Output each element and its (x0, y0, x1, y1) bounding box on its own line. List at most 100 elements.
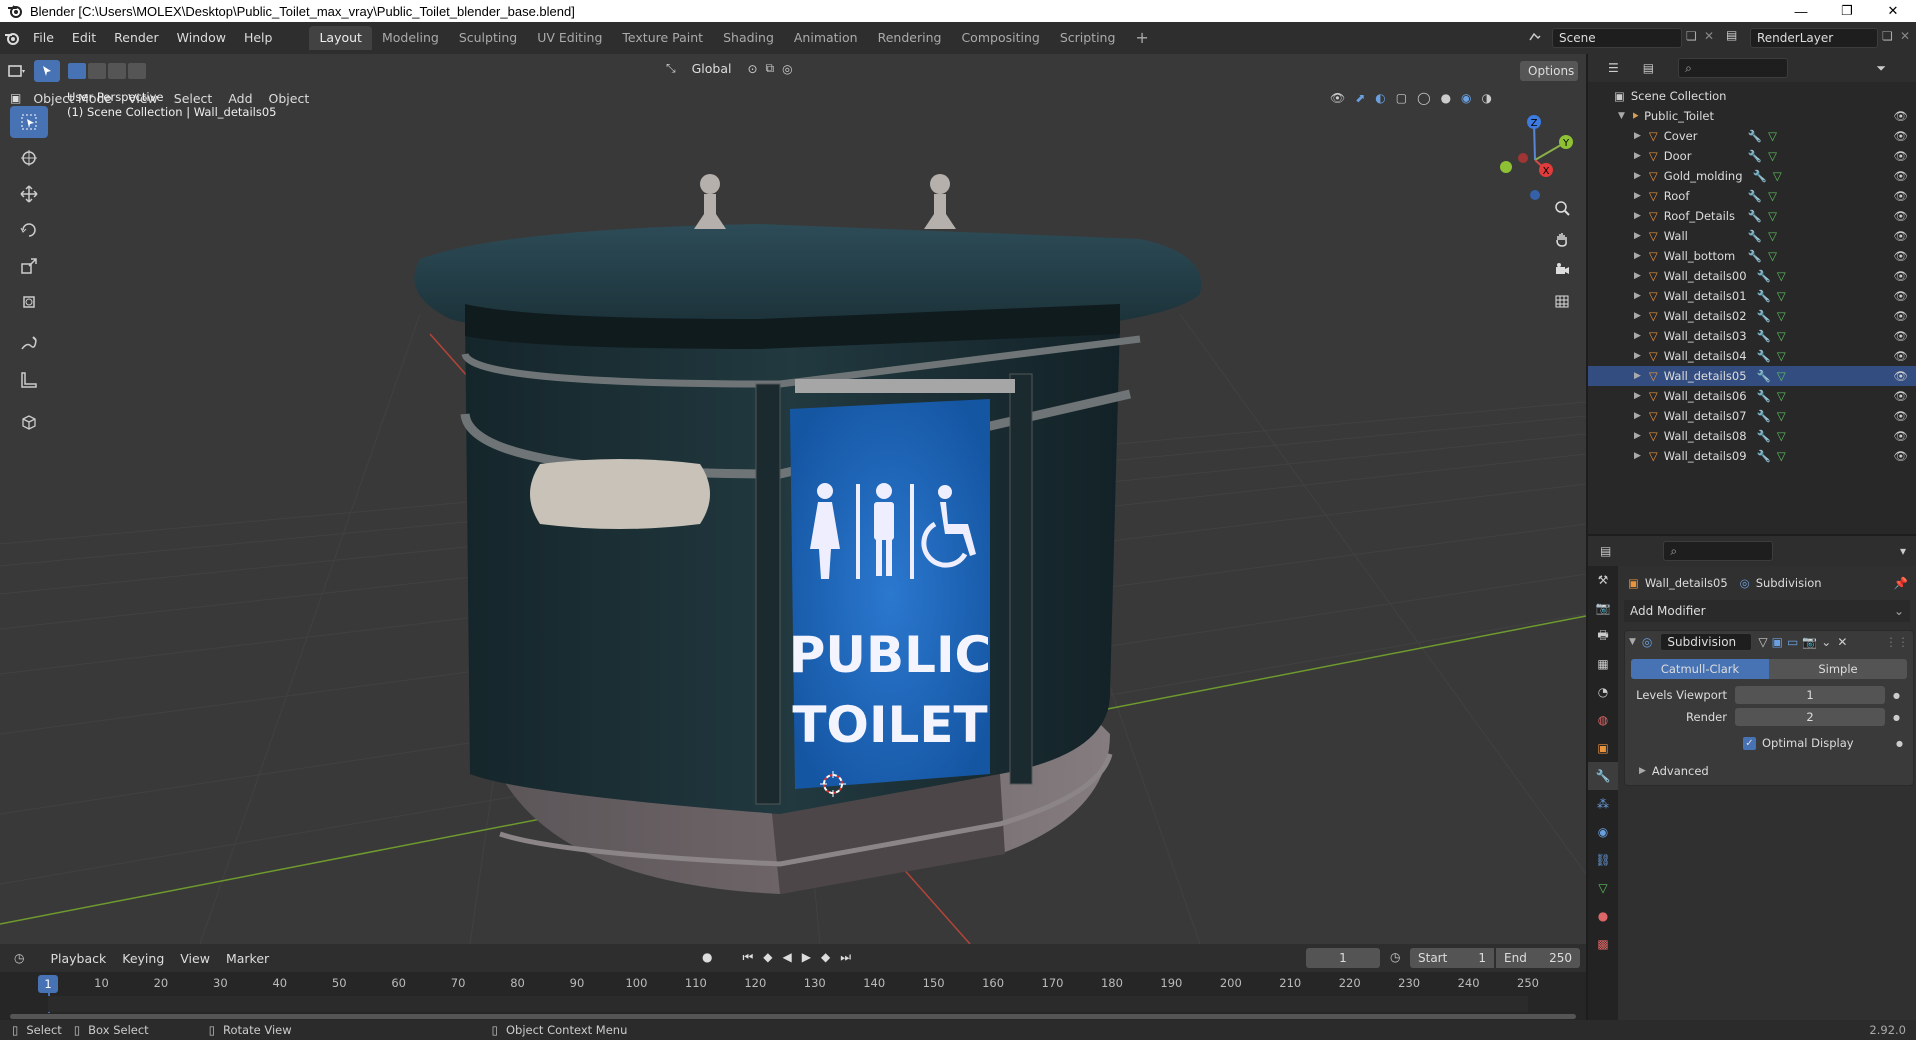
renderlayer-icon[interactable]: ▤ (1726, 28, 1746, 48)
mesh-data-icon[interactable]: ▽ (1777, 329, 1786, 343)
modifier-wrench-icon[interactable]: 🔧 (1748, 189, 1762, 203)
transform-orientation-dropdown[interactable]: Global (684, 61, 740, 76)
modifier-wrench-icon[interactable]: 🔧 (1757, 309, 1771, 323)
viewport-menu-add[interactable]: Add (220, 91, 260, 106)
transform-tool-icon[interactable] (10, 286, 48, 318)
mesh-data-icon[interactable]: ▽ (1773, 169, 1782, 183)
menu-window[interactable]: Window (168, 22, 235, 54)
mesh-data-icon[interactable]: ▽ (1777, 269, 1786, 283)
tab-modeling[interactable]: Modeling (372, 26, 449, 50)
viewport-menu-select[interactable]: Select (166, 91, 221, 106)
current-frame-field[interactable]: 1 (1306, 948, 1380, 968)
xray-icon[interactable]: ▢ (1396, 91, 1407, 105)
modifier-wrench-icon[interactable]: 🔧 (1757, 349, 1771, 363)
particles-tab-icon[interactable]: ⁂ (1588, 790, 1618, 818)
visibility-eye-icon[interactable]: 👁 (1893, 289, 1908, 303)
timeline-editor-icon[interactable]: ◷ (14, 951, 24, 965)
visibility-eye-icon[interactable]: 👁 (1893, 249, 1908, 263)
timeline-menu-view[interactable]: View (172, 951, 218, 966)
modifier-name-field[interactable]: Subdivision (1660, 633, 1753, 651)
visibility-eye-icon[interactable]: 👁 (1893, 429, 1908, 443)
layer-delete-icon[interactable]: ✕ (1900, 29, 1910, 43)
jump-end-icon[interactable]: ⏭ (840, 950, 851, 965)
expand-arrow-icon[interactable]: ▶ (1634, 131, 1641, 141)
render-levels-field[interactable]: 2 (1735, 708, 1885, 726)
outliner-row[interactable]: ▶ ▽ Wall_details02 🔧 ▽ 👁 (1588, 306, 1916, 326)
object-tab-icon[interactable]: ▣ (1588, 734, 1618, 762)
outliner-row[interactable]: ▶ ▽ Wall 🔧 ▽ 👁 (1588, 226, 1916, 246)
menu-file[interactable]: File (24, 22, 63, 54)
expand-arrow-icon[interactable]: ▶ (1634, 191, 1641, 201)
keyframe-dot-icon[interactable]: ● (1893, 691, 1900, 700)
keyframe-dot-icon[interactable]: ● (1896, 739, 1903, 748)
display-mode-icon[interactable]: ▤ (1643, 61, 1654, 75)
drag-handle-icon[interactable]: ⋮⋮ (1885, 635, 1909, 649)
proportional-edit-icon[interactable]: ◎ (782, 62, 792, 76)
expand-arrow-icon[interactable]: ▶ (1634, 251, 1641, 261)
outliner-row[interactable]: ▶ ▽ Wall_details07 🔧 ▽ 👁 (1588, 406, 1916, 426)
select-box-tool-icon[interactable] (10, 106, 48, 138)
jump-start-icon[interactable]: ⏮ (742, 950, 753, 965)
modifier-wrench-icon[interactable]: 🔧 (1757, 269, 1771, 283)
playhead-frame-label[interactable]: 1 (38, 975, 58, 993)
texture-tab-icon[interactable]: ▩ (1588, 930, 1618, 958)
timeline-scrollbar[interactable] (10, 1014, 1576, 1019)
expand-arrow-icon[interactable]: ▶ (1634, 431, 1641, 441)
mesh-data-icon[interactable]: ▽ (1777, 369, 1786, 383)
prev-keyframe-icon[interactable]: ◆ (763, 950, 772, 965)
scene-icon[interactable] (1525, 27, 1545, 47)
menu-render[interactable]: Render (105, 22, 168, 54)
outliner-row[interactable]: ▶ ▽ Wall_details05 🔧 ▽ 👁 (1588, 366, 1916, 386)
visibility-eye-icon[interactable]: 👁 (1893, 229, 1908, 243)
advanced-subpanel[interactable]: ▶ Advanced (1625, 761, 1913, 781)
end-frame-field[interactable]: End 250 (1496, 948, 1580, 968)
scene-copy-icon[interactable]: ❏ (1686, 29, 1697, 43)
modifier-wrench-icon[interactable]: 🔧 (1748, 149, 1762, 163)
rendered-shading-icon[interactable]: ◑ (1482, 91, 1492, 105)
mode-intersect-icon[interactable] (128, 63, 146, 79)
viewport-menu-object[interactable]: Object (261, 91, 318, 106)
layer-copy-icon[interactable]: ❏ (1882, 29, 1893, 43)
expand-arrow-icon[interactable]: ▶ (1634, 311, 1641, 321)
mesh-data-icon[interactable]: ▽ (1777, 349, 1786, 363)
annotate-tool-icon[interactable] (10, 328, 48, 360)
physics-tab-icon[interactable]: ◉ (1588, 818, 1618, 846)
scene-delete-icon[interactable]: ✕ (1704, 29, 1714, 43)
navigation-gizmo[interactable]: Z Y X (1490, 110, 1580, 200)
cursor-tool-icon[interactable] (10, 142, 48, 174)
scene-tab-icon[interactable]: ◔ (1588, 678, 1618, 706)
outliner-row[interactable]: ▶ ▽ Roof 🔧 ▽ 👁 (1588, 186, 1916, 206)
timeline-menu-playback[interactable]: Playback (42, 951, 114, 966)
scene-collection-label[interactable]: Scene Collection (1631, 89, 1727, 103)
blender-menu-icon[interactable] (0, 31, 24, 45)
play-icon[interactable]: ▶ (802, 950, 811, 965)
mesh-data-icon[interactable]: ▽ (1768, 189, 1777, 203)
expand-arrow-icon[interactable]: ▶ (1634, 271, 1641, 281)
visibility-eye-icon[interactable]: 👁 (1893, 169, 1908, 183)
record-icon[interactable]: ● (702, 950, 712, 965)
mesh-data-icon[interactable]: ▽ (1768, 149, 1777, 163)
visibility-eye-icon[interactable]: 👁 (1893, 189, 1908, 203)
modifier-wrench-icon[interactable]: 🔧 (1748, 229, 1762, 243)
visibility-eye-icon[interactable]: 👁 (1893, 129, 1908, 143)
mode-subtract-icon[interactable] (108, 63, 126, 79)
modifier-wrench-icon[interactable]: 🔧 (1757, 289, 1771, 303)
pin-icon[interactable]: 📌 (1894, 576, 1908, 590)
menu-help[interactable]: Help (235, 22, 282, 54)
mesh-data-icon[interactable]: ▽ (1777, 409, 1786, 423)
expand-arrow-icon[interactable]: ▶ (1634, 151, 1641, 161)
visibility-eye-icon[interactable]: 👁 (1893, 409, 1908, 423)
ortho-grid-icon[interactable] (1546, 287, 1578, 315)
viewport-toggle-icon[interactable]: ▭ (1787, 635, 1798, 649)
options-button[interactable]: Options (1520, 61, 1578, 81)
modifier-wrench-icon[interactable]: 🔧 (1757, 329, 1771, 343)
visibility-eye-icon[interactable]: 👁 (1893, 269, 1908, 283)
optimal-display-checkbox[interactable]: ✓ (1743, 736, 1756, 750)
material-shading-icon[interactable]: ◉ (1461, 91, 1471, 105)
tab-scripting[interactable]: Scripting (1050, 26, 1126, 50)
outliner-row[interactable]: ▶ ▽ Wall_details03 🔧 ▽ 👁 (1588, 326, 1916, 346)
pivot-icon[interactable]: ⊙ (747, 62, 757, 76)
3d-viewport[interactable]: PUBLIC TOILET ⤡ Global ⊙ ⧉ ◎ Options ▣ O… (0, 54, 1586, 944)
visibility-eye-icon[interactable]: 👁 (1893, 349, 1908, 363)
outliner-row[interactable]: ▶ ▽ Wall_bottom 🔧 ▽ 👁 (1588, 246, 1916, 266)
